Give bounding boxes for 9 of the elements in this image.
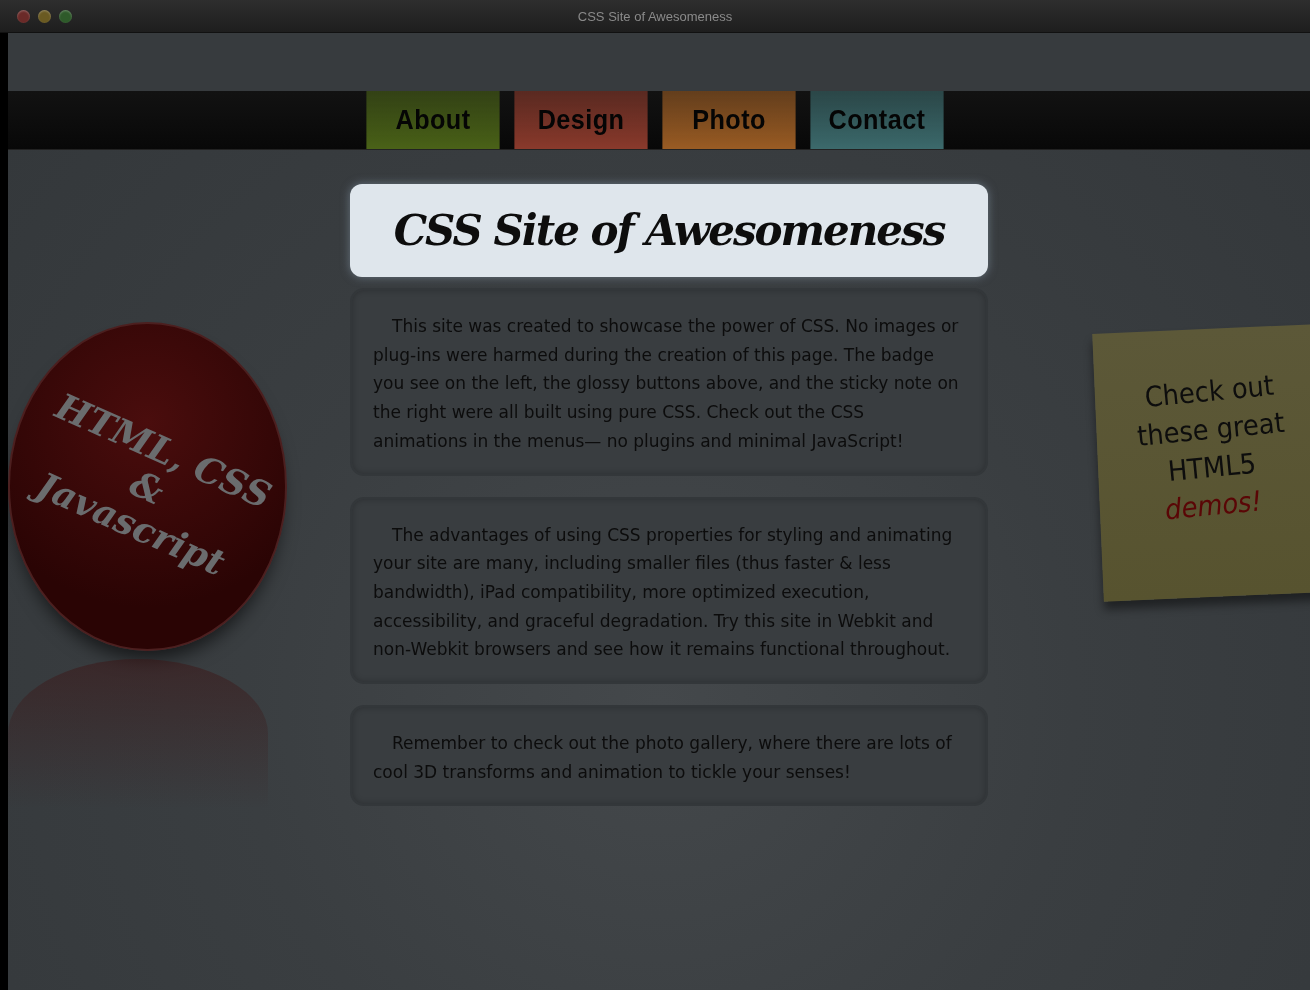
window-title: CSS Site of Awesomeness [577, 9, 733, 24]
nav-tab[interactable]: Photo [662, 91, 796, 149]
zoom-button[interactable] [59, 9, 72, 23]
close-button[interactable] [17, 9, 30, 23]
site-title: CSS Site of Awesomeness [393, 206, 945, 255]
nav-tab[interactable]: Contact [810, 91, 944, 149]
nav-tab[interactable]: Design [514, 91, 648, 149]
minimize-button[interactable] [38, 9, 51, 23]
nav-tab[interactable]: About [366, 91, 500, 149]
